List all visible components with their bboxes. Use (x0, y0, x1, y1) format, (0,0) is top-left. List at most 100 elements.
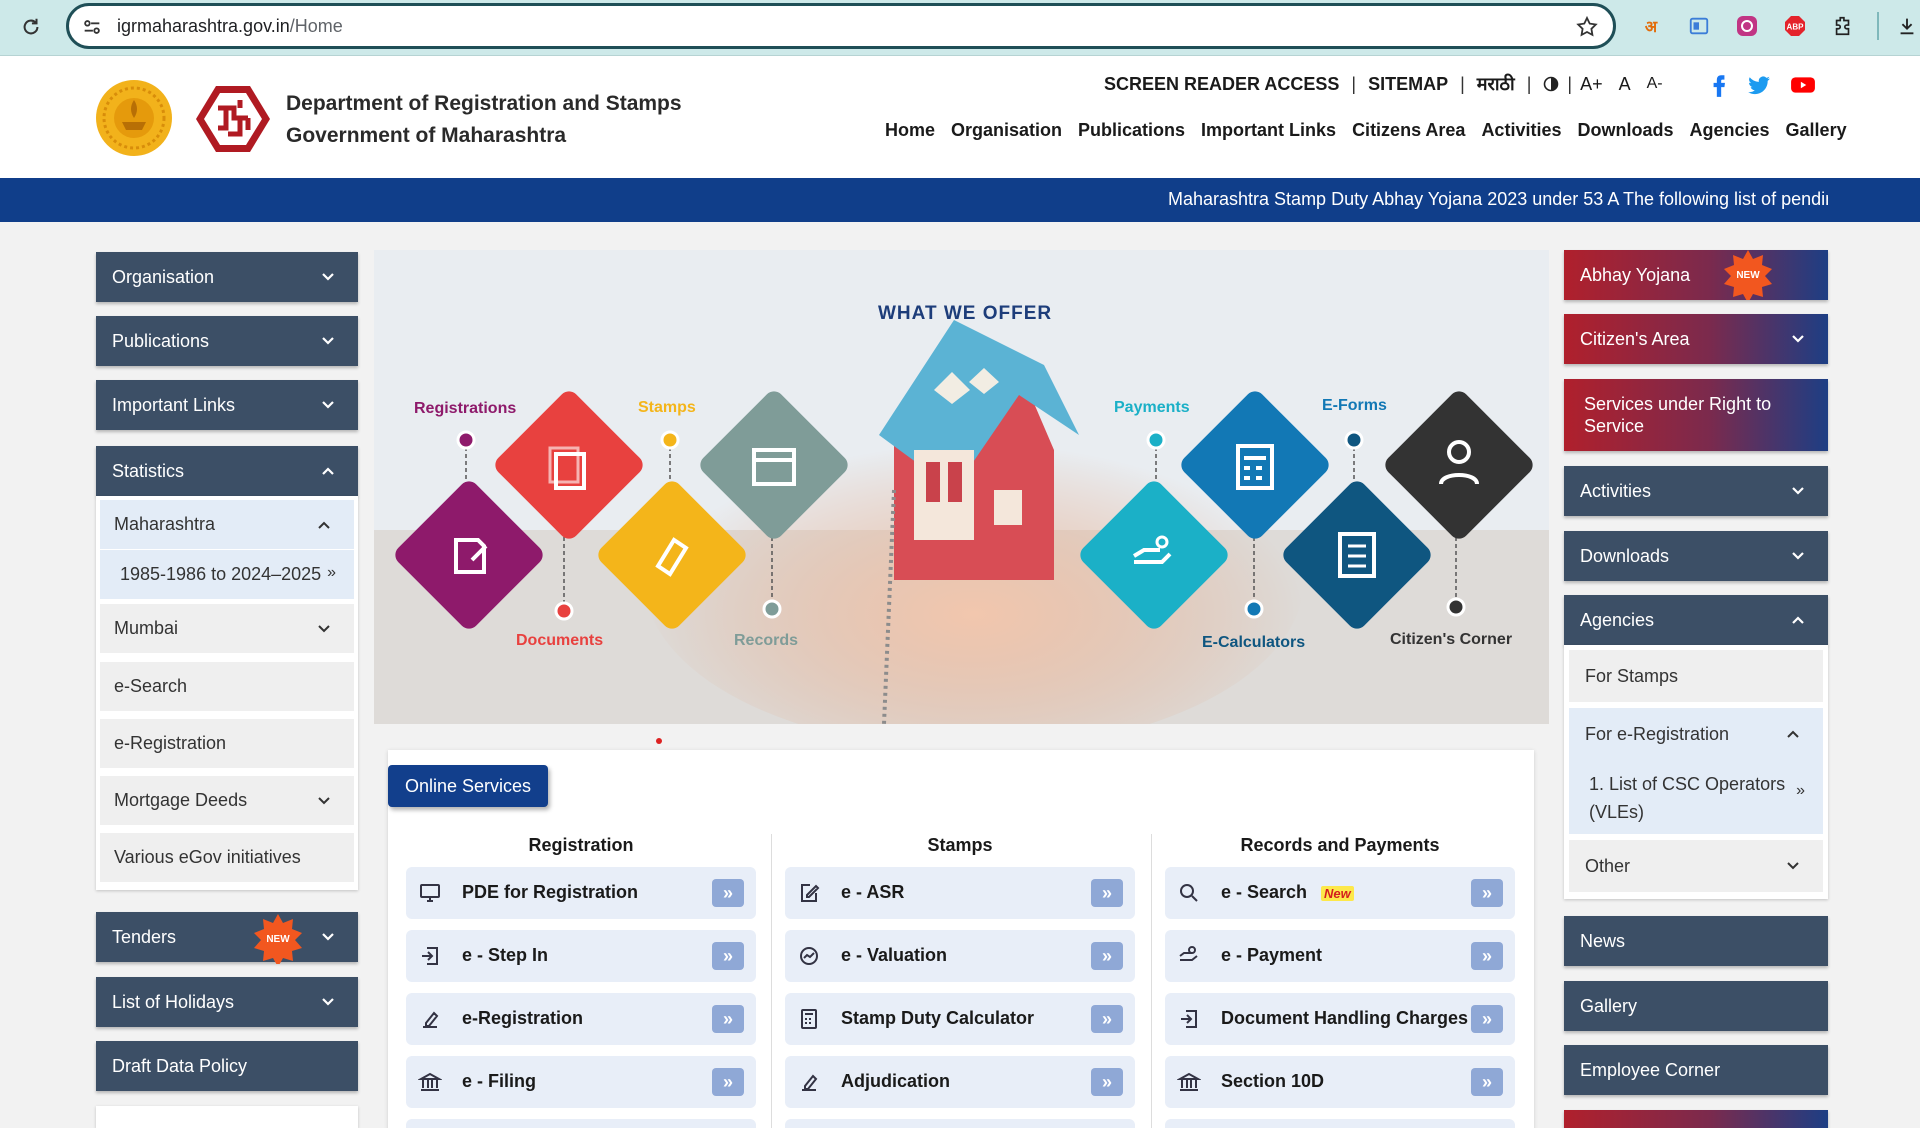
sidebar-agencies[interactable]: Agencies (1564, 595, 1828, 645)
sidebar-item-other[interactable]: Other (1569, 840, 1823, 892)
carousel-dot[interactable] (656, 738, 662, 744)
screen-reader-link[interactable]: SCREEN READER ACCESS (1104, 74, 1339, 95)
sidebar-item-mortgage-deeds[interactable]: Mortgage Deeds (100, 776, 354, 826)
go-arrow-button[interactable]: » (1091, 942, 1123, 970)
go-arrow-button[interactable]: » (712, 942, 744, 970)
nav-agencies[interactable]: Agencies (1690, 120, 1770, 141)
extension-ime-icon[interactable]: अ (1638, 13, 1664, 39)
sidebar-employee-corner[interactable]: Employee Corner (1564, 1045, 1828, 1095)
service-adjudication[interactable]: Adjudication » (785, 1056, 1135, 1108)
go-arrow-button[interactable]: » (1091, 879, 1123, 907)
extension-colorful-icon[interactable] (1734, 13, 1760, 39)
reload-icon[interactable] (18, 14, 44, 40)
news-ticker: Maharashtra Stamp Duty Abhay Yojana 2023… (0, 178, 1920, 222)
nav-citizens-area[interactable]: Citizens Area (1352, 120, 1465, 141)
site-info-icon[interactable] (81, 16, 103, 38)
nav-important-links[interactable]: Important Links (1201, 120, 1336, 141)
bookmark-star-icon[interactable] (1575, 15, 1599, 39)
service-pde-registration[interactable]: PDE for Registration » (406, 867, 756, 919)
sidebar-downloads[interactable]: Downloads (1564, 531, 1828, 581)
go-arrow-button[interactable]: » (1091, 1068, 1123, 1096)
service-e-step-in[interactable]: e - Step In » (406, 930, 756, 982)
adblock-icon[interactable]: ABP (1782, 13, 1808, 39)
marathi-language-link[interactable]: मराठी (1477, 72, 1515, 96)
registrations-diamond[interactable] (391, 477, 547, 633)
sidebar-publications[interactable]: Publications (96, 316, 358, 366)
extensions-puzzle-icon[interactable] (1830, 13, 1856, 39)
go-arrow-button[interactable]: » (712, 879, 744, 907)
service-e-filing[interactable]: e - Filing » (406, 1056, 756, 1108)
go-arrow-button[interactable]: » (1471, 1005, 1503, 1033)
sidebar-citizens-area[interactable]: Citizen's Area (1564, 314, 1828, 364)
sidebar-abhay-yojana[interactable]: Abhay Yojana (1564, 250, 1828, 300)
sidebar-item-egov[interactable]: Various eGov initiatives (100, 833, 354, 883)
service-e-valuation[interactable]: e - Valuation » (785, 930, 1135, 982)
go-arrow-button[interactable]: » (712, 1068, 744, 1096)
citizens-corner-diamond[interactable] (1381, 387, 1537, 543)
sidebar-item-years[interactable]: 1985-1986 to 2024–2025 » (100, 550, 354, 600)
service-e-registration[interactable]: e-Registration » (406, 993, 756, 1045)
online-services-tab[interactable]: Online Services (388, 765, 548, 807)
sidebar-news[interactable]: News (1564, 916, 1828, 966)
site-header: Department of Registration and Stamps Go… (0, 56, 1920, 178)
label-payments: Payments (1114, 399, 1190, 416)
twitter-icon[interactable] (1746, 72, 1772, 98)
sidebar-draft-data-policy[interactable]: Draft Data Policy (96, 1041, 358, 1091)
font-increase-button[interactable]: A+ (1580, 74, 1603, 95)
sidebar-item-for-stamps[interactable]: For Stamps (1569, 650, 1823, 702)
go-arrow-button[interactable]: » (1471, 942, 1503, 970)
service-e-search[interactable]: e - Search New » (1165, 867, 1515, 919)
nav-downloads[interactable]: Downloads (1577, 120, 1673, 141)
font-normal-button[interactable]: A (1619, 74, 1631, 95)
sidebar-item-for-e-registration[interactable]: For e-Registration 1. List of CSC Operat… (1569, 708, 1823, 834)
contrast-toggle-icon[interactable] (1543, 76, 1559, 92)
sidebar-label: Abhay Yojana (1580, 264, 1691, 285)
sidebar-organisation[interactable]: Organisation (96, 252, 358, 302)
nav-organisation[interactable]: Organisation (951, 120, 1062, 141)
sidebar-item-mumbai[interactable]: Mumbai (100, 604, 354, 654)
records-diamond[interactable] (696, 387, 852, 543)
column-divider (771, 834, 772, 1128)
service-e-asr[interactable]: e - ASR » (785, 867, 1135, 919)
sidebar-holidays[interactable]: List of Holidays (96, 977, 358, 1027)
stamps-diamond[interactable] (594, 477, 750, 633)
go-arrow-button[interactable]: » (1091, 1005, 1123, 1033)
nav-activities[interactable]: Activities (1481, 120, 1561, 141)
sidebar-gallery[interactable]: Gallery (1564, 981, 1828, 1031)
youtube-icon[interactable] (1790, 72, 1816, 98)
service-document-handling-charges[interactable]: Document Handling Charges » (1165, 993, 1515, 1045)
go-arrow-button[interactable]: » (1471, 879, 1503, 907)
service-e-payment[interactable]: e - Payment » (1165, 930, 1515, 982)
payments-diamond[interactable] (1076, 477, 1232, 633)
nav-home[interactable]: Home (885, 120, 935, 141)
extension-translate-icon[interactable] (1686, 13, 1712, 39)
nav-publications[interactable]: Publications (1078, 120, 1185, 141)
chevron-up-icon (1790, 612, 1806, 628)
sidebar-important-links[interactable]: Important Links (96, 380, 358, 430)
sidebar-sublabel: Other (1585, 856, 1631, 876)
ticker-text[interactable]: Maharashtra Stamp Duty Abhay Yojana 2023… (1168, 189, 1828, 210)
service-section-10d[interactable]: Section 10D » (1165, 1056, 1515, 1108)
sidebar-next-item[interactable] (1564, 1110, 1828, 1128)
nav-gallery[interactable]: Gallery (1786, 120, 1847, 141)
sidebar-statistics[interactable]: Statistics (96, 446, 358, 496)
sidebar-item-maharashtra[interactable]: Maharashtra (100, 500, 354, 550)
go-arrow-button[interactable]: » (712, 1005, 744, 1033)
sidebar-right-to-service[interactable]: Services under Right to Service (1564, 379, 1828, 451)
chevron-down-icon (316, 793, 332, 809)
sidebar-item-esearch[interactable]: e-Search (100, 662, 354, 712)
sidebar-activities[interactable]: Activities (1564, 466, 1828, 516)
facebook-icon[interactable] (1706, 72, 1732, 98)
eforms-diamond[interactable] (1177, 387, 1333, 543)
sidebar-tenders[interactable]: Tenders (96, 912, 358, 962)
service-stamp-duty-calculator[interactable]: Stamp Duty Calculator » (785, 993, 1135, 1045)
go-arrow-button[interactable]: » (1471, 1068, 1503, 1096)
sidebar-item-eregistration[interactable]: e-Registration (100, 719, 354, 769)
url-text: igrmaharashtra.gov.in/Home (117, 16, 343, 36)
sitemap-link[interactable]: SITEMAP (1368, 74, 1448, 95)
ecalculators-diamond[interactable] (1279, 477, 1435, 633)
download-icon[interactable] (1894, 13, 1920, 39)
csc-operators-link[interactable]: 1. List of CSC Operators (VLEs) (1589, 770, 1789, 826)
address-bar[interactable]: igrmaharashtra.gov.in/Home (66, 3, 1616, 49)
font-decrease-button[interactable]: A- (1647, 75, 1663, 93)
